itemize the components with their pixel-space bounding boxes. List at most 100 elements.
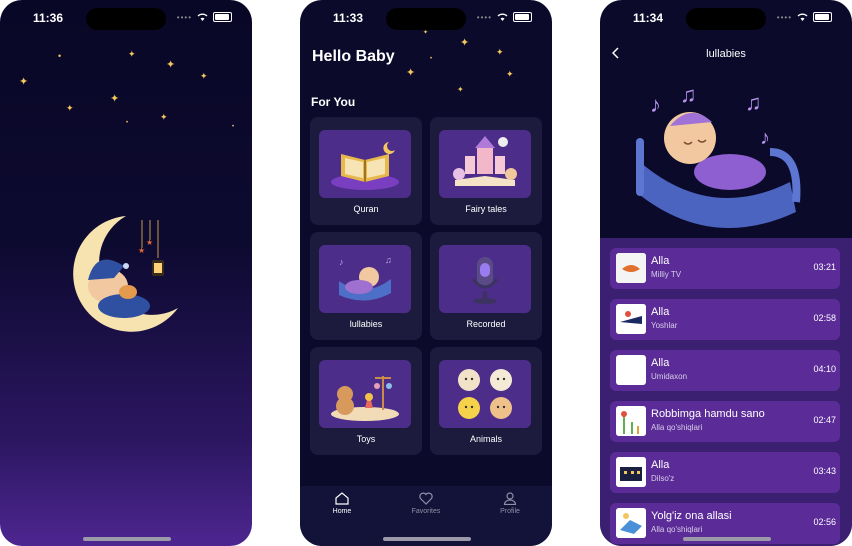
song-duration: 02:47 bbox=[813, 415, 836, 425]
star-icon: ✦ bbox=[457, 85, 464, 94]
battery-icon bbox=[513, 12, 532, 22]
song-duration: 03:21 bbox=[813, 262, 836, 272]
svg-text:★: ★ bbox=[138, 246, 145, 255]
star-icon: • bbox=[430, 56, 433, 62]
status-time: 11:33 bbox=[333, 11, 364, 25]
song-duration: 02:58 bbox=[813, 313, 836, 323]
animals-icon bbox=[439, 360, 531, 428]
greeting-title: Hello Baby bbox=[312, 48, 395, 65]
tab-favorites[interactable]: Favorites bbox=[384, 492, 468, 515]
svg-text:♪: ♪ bbox=[650, 92, 661, 117]
home-icon bbox=[335, 492, 349, 505]
battery-icon bbox=[213, 12, 232, 22]
star-icon: ✦ bbox=[128, 49, 136, 59]
category-label: Toys bbox=[356, 434, 376, 444]
song-item[interactable]: Robbimga hamdu sano Alla qo'shiqlari 02:… bbox=[610, 401, 840, 442]
star-icon: ✦ bbox=[460, 37, 470, 49]
category-label: Fairy tales bbox=[465, 204, 507, 214]
song-artwork bbox=[616, 457, 646, 487]
heart-icon bbox=[419, 492, 433, 505]
star-icon: ✦ bbox=[406, 67, 416, 79]
sleeping-baby-cradle-illustration: ♪ ♫ ♫ ♪ bbox=[636, 82, 801, 228]
star-icon: ✦ bbox=[200, 71, 208, 81]
section-title: For You bbox=[311, 95, 356, 109]
status-time: 11:36 bbox=[33, 11, 64, 25]
song-duration: 03:43 bbox=[813, 466, 836, 476]
song-artist: Alla qo'shiqlari bbox=[651, 525, 703, 534]
song-artist: Alla qo'shiqlari bbox=[651, 423, 703, 432]
song-title: Alla bbox=[651, 306, 670, 318]
song-artist: Umidaxon bbox=[651, 372, 688, 381]
star-icon: ✦ bbox=[160, 112, 168, 122]
tab-profile[interactable]: Profile bbox=[468, 492, 552, 515]
star-icon: • bbox=[232, 124, 235, 130]
song-title: Robbimga hamdu sano bbox=[651, 408, 765, 420]
fairy-castle-icon bbox=[439, 130, 531, 198]
wifi-icon bbox=[197, 13, 208, 21]
star-icon: • bbox=[126, 120, 129, 126]
wifi-icon bbox=[797, 13, 808, 21]
song-item[interactable]: Alla Milliy TV 03:21 bbox=[610, 248, 840, 289]
page-title: lullabies bbox=[706, 48, 746, 60]
category-card-recorded[interactable]: Recorded bbox=[430, 232, 542, 340]
splash-screen: 11:36 •••• ✦ • ✦ ✦ ✦ ✦ ✦ ✦ • • ★ ★ bbox=[0, 0, 252, 546]
star-icon: ✦ bbox=[506, 69, 514, 79]
song-title: Alla bbox=[651, 459, 670, 471]
category-card-quran[interactable]: Quran bbox=[310, 117, 422, 225]
signal-icon: •••• bbox=[776, 12, 792, 22]
status-icons: •••• bbox=[477, 12, 532, 22]
status-bar: 11:34 •••• bbox=[600, 0, 852, 36]
category-label: Animals bbox=[469, 434, 502, 444]
moon-baby-illustration: ★ ★ bbox=[73, 216, 178, 332]
status-bar: 11:36 •••• bbox=[0, 0, 252, 36]
svg-text:♫: ♫ bbox=[745, 90, 762, 115]
status-icons: •••• bbox=[777, 12, 832, 22]
signal-icon: •••• bbox=[476, 12, 492, 22]
song-artist: Yoshlar bbox=[651, 321, 678, 330]
svg-text:♪: ♪ bbox=[339, 257, 344, 267]
status-icons: •••• bbox=[177, 12, 232, 22]
category-card-lullabies[interactable]: ♪ ♫ lullabies bbox=[310, 232, 422, 340]
tab-label: Home bbox=[332, 508, 352, 515]
home-screen: 11:33 •••• ✦ ✦ ✦ ✦ • ✦ ✦ Hello Baby For … bbox=[300, 0, 552, 546]
category-label: Recorded bbox=[466, 319, 506, 329]
song-title: Alla bbox=[651, 357, 670, 369]
song-artwork bbox=[616, 355, 646, 385]
star-icon: ✦ bbox=[66, 103, 74, 113]
profile-icon bbox=[503, 492, 517, 505]
category-card-toys[interactable]: Toys bbox=[310, 347, 422, 455]
tab-home[interactable]: Home bbox=[300, 492, 384, 515]
song-item[interactable]: Alla Yoshlar 02:58 bbox=[610, 299, 840, 340]
tab-label: Favorites bbox=[411, 508, 441, 515]
tab-label: Profile bbox=[500, 508, 520, 515]
svg-text:♪: ♪ bbox=[760, 127, 770, 149]
home-indicator bbox=[383, 537, 471, 541]
song-title: Yolg'iz ona allasi bbox=[651, 510, 732, 522]
signal-icon: •••• bbox=[176, 12, 192, 22]
star-icon: ✦ bbox=[496, 47, 504, 57]
home-indicator bbox=[83, 537, 171, 541]
category-card-fairy-tales[interactable]: Fairy tales bbox=[430, 117, 542, 225]
song-artwork bbox=[616, 508, 646, 538]
song-item[interactable]: Alla Dilso'z 03:43 bbox=[610, 452, 840, 493]
song-artist: Dilso'z bbox=[651, 474, 675, 483]
song-item[interactable]: Alla Umidaxon 04:10 bbox=[610, 350, 840, 391]
microphone-icon bbox=[439, 245, 531, 313]
category-card-animals[interactable]: Animals bbox=[430, 347, 542, 455]
svg-text:★: ★ bbox=[146, 238, 153, 247]
song-duration: 04:10 bbox=[813, 364, 836, 374]
notch bbox=[386, 8, 466, 30]
star-icon: ✦ bbox=[166, 59, 176, 71]
category-label: Quran bbox=[353, 204, 379, 214]
toys-icon bbox=[319, 360, 411, 428]
song-duration: 02:56 bbox=[813, 517, 836, 527]
star-icon: ✦ bbox=[19, 76, 29, 88]
notch bbox=[686, 8, 766, 30]
category-label: lullabies bbox=[349, 319, 383, 329]
battery-icon bbox=[813, 12, 832, 22]
lullabies-screen: 11:34 •••• lullabies ♪ ♫ ♫ ♪ Alla Milliy… bbox=[600, 0, 852, 546]
star-icon: • bbox=[58, 51, 62, 61]
star-icon: ✦ bbox=[110, 93, 120, 105]
song-artist: Milliy TV bbox=[651, 270, 682, 279]
song-artwork bbox=[616, 406, 646, 436]
